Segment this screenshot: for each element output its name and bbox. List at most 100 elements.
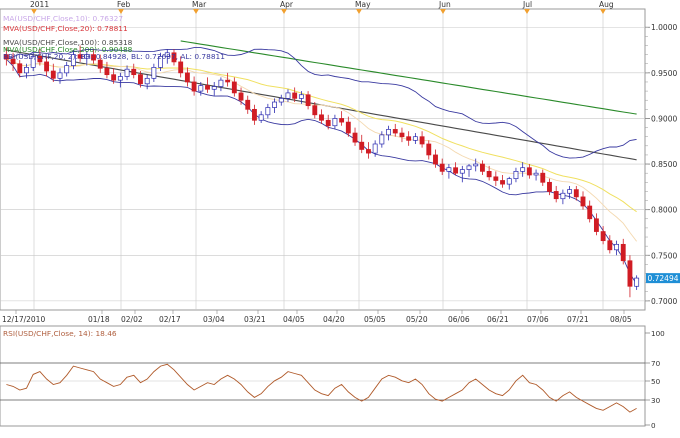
date-tick-label: 05/20 (406, 315, 428, 324)
candle-body (198, 85, 204, 92)
candle-body (493, 176, 499, 181)
candle-body (600, 231, 606, 242)
candle-body (292, 92, 298, 99)
candle-body (225, 79, 231, 83)
candle-body (406, 136, 412, 141)
date-tick-label: 06/21 (487, 315, 509, 324)
rsi-legend: RSI(USD/CHF,Close, 14): 18.46 (3, 329, 117, 338)
candle-body (111, 74, 117, 81)
chart-window: MA(USD/CHF,Close,10): 0.76327 MVA(USD/CH… (0, 0, 680, 434)
rsi-tick-label: 30 (651, 396, 661, 405)
price-tick-label: 1.0000 (651, 23, 677, 32)
rsi-tick-label: 0 (651, 421, 656, 430)
candle-body (24, 67, 29, 74)
candle-body (473, 163, 479, 167)
legend-item: MVA(USD/CHF,Close,20): 0.78811 (3, 24, 128, 33)
rsi-tick-label: 50 (651, 377, 661, 386)
chart-svg[interactable]: MA(USD/CHF,Close,10): 0.76327 MVA(USD/CH… (0, 0, 680, 434)
price-tick-label: 0.8500 (651, 160, 677, 169)
candle-body (634, 277, 640, 287)
candle-body (587, 205, 593, 220)
candle-body (560, 192, 566, 200)
candle-body (211, 86, 217, 90)
candle-body (359, 141, 365, 150)
candle-body (366, 149, 371, 154)
candle-body (540, 172, 546, 183)
candle-body (319, 114, 324, 121)
candle-body (131, 68, 137, 76)
candle-body (553, 191, 559, 200)
candle-body (567, 189, 573, 194)
candle-body (332, 118, 338, 127)
date-tick-label: 07/06 (527, 315, 549, 324)
month-label: Mar (192, 0, 207, 9)
candle-body (305, 94, 311, 107)
candle-body (627, 260, 633, 287)
date-tick-label: 04/05 (283, 315, 305, 324)
candle-body (446, 167, 452, 172)
month-label: Jun (438, 0, 451, 9)
candle-body (17, 63, 23, 74)
candle-body (298, 94, 304, 99)
rsi-tick-label: 100 (651, 329, 665, 338)
candle-body (486, 171, 492, 178)
candle-body (386, 129, 391, 136)
candle-body (453, 167, 459, 174)
candle-body (593, 218, 599, 232)
candle-body (459, 169, 465, 174)
rsi-tick-label: 70 (651, 359, 661, 368)
month-label: 2011 (30, 0, 49, 9)
candle-body (620, 243, 626, 262)
date-tick-label: 03/04 (203, 315, 225, 324)
candle-body (312, 105, 318, 116)
date-tick-label: 02/02 (121, 315, 143, 324)
date-tick-label: 07/21 (567, 315, 589, 324)
candle-body (144, 77, 150, 85)
month-label: May (355, 0, 371, 9)
candle-body (104, 67, 110, 76)
candle-body (191, 81, 197, 92)
candle-body (547, 181, 552, 192)
candle-body (245, 99, 251, 110)
candle-body (44, 61, 50, 72)
candle-body (533, 172, 539, 176)
rsi-panel[interactable] (0, 325, 646, 427)
candle-body (325, 119, 331, 127)
candle-body (258, 114, 264, 121)
candle-body (399, 132, 405, 138)
month-label: Apr (280, 0, 294, 9)
candle-body (419, 136, 425, 145)
candle-body (392, 129, 398, 134)
candle-body (580, 196, 586, 207)
candle-body (479, 163, 485, 172)
date-tick-label: 05/05 (364, 315, 386, 324)
candle-body (265, 107, 271, 116)
candle-body (412, 136, 418, 141)
candle-body (285, 92, 291, 99)
candle-body (466, 165, 472, 170)
legend-item: MA(USD/CHF,Close,10): 0.76327 (3, 14, 123, 23)
candle-body (117, 76, 123, 81)
date-tick-label: 03/21 (244, 315, 266, 324)
candle-body (97, 59, 103, 69)
candle-body (231, 81, 237, 94)
price-tick-label: 0.7500 (651, 251, 677, 260)
candle-body (573, 189, 579, 198)
candle-body (151, 67, 157, 79)
candle-body (184, 72, 190, 83)
price-tick-label: 0.7000 (651, 297, 677, 306)
candle-body (124, 68, 130, 77)
candle-body (238, 92, 244, 101)
candle-body (339, 118, 345, 123)
candle-body (379, 134, 385, 145)
candle-body (607, 240, 613, 251)
candle-body (433, 154, 438, 165)
candle-body (278, 98, 284, 103)
candle-body (520, 167, 526, 172)
date-tick-label: 06/06 (448, 315, 470, 324)
candle-body (614, 243, 619, 251)
candle-body (345, 121, 351, 134)
candle-body (252, 108, 257, 121)
candle-body (205, 85, 210, 90)
date-tick-label: 12/17/2010 (2, 315, 45, 324)
